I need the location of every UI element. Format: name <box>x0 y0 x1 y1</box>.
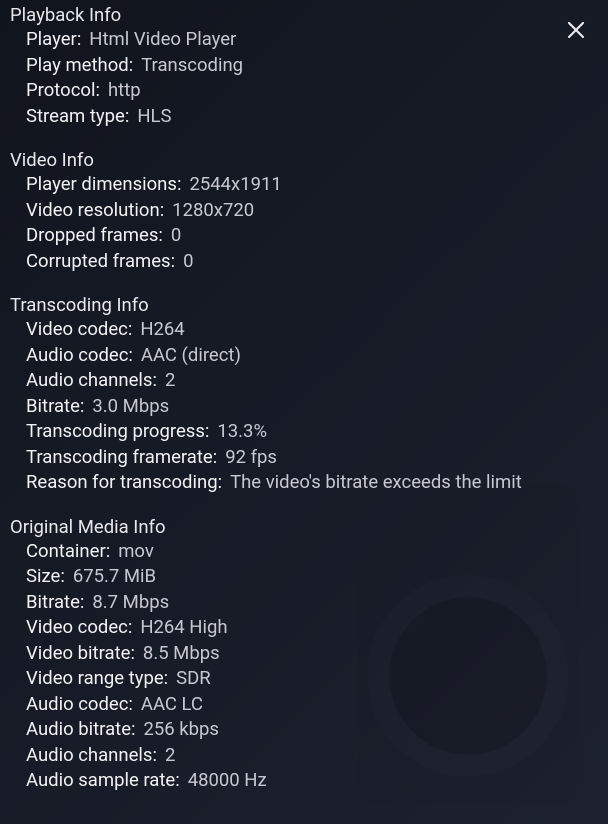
value: 2 <box>165 368 175 394</box>
label: Audio channels <box>26 368 157 394</box>
row-transcoding-progress: Transcoding progress 13.3% <box>10 419 598 445</box>
row-video-bitrate: Video bitrate 8.5 Mbps <box>10 641 598 667</box>
row-player: Player Html Video Player <box>10 27 598 53</box>
label: Player dimensions <box>26 172 181 198</box>
row-transcoding-framerate: Transcoding framerate 92 fps <box>10 445 598 471</box>
label: Video codec <box>26 317 132 343</box>
label: Audio channels <box>26 743 157 769</box>
row-video-codec: Video codec H264 High <box>10 615 598 641</box>
label: Play method <box>26 53 133 79</box>
value: 0 <box>183 249 193 275</box>
section-playback-info: Playback Info Player Html Video Player Pl… <box>10 4 598 129</box>
row-video-range-type: Video range type SDR <box>10 666 598 692</box>
label: Stream type <box>26 104 129 130</box>
label: Audio bitrate <box>26 717 136 743</box>
value: AAC (direct) <box>141 343 241 369</box>
label: Audio codec <box>26 343 133 369</box>
label: Transcoding framerate <box>26 445 217 471</box>
label: Size <box>26 564 65 590</box>
value: 675.7 MiB <box>73 564 156 590</box>
value: 8.7 Mbps <box>92 590 169 616</box>
value: 2 <box>165 743 175 769</box>
value: Transcoding <box>141 53 243 79</box>
row-corrupted-frames: Corrupted frames 0 <box>10 249 598 275</box>
label: Container <box>26 539 110 565</box>
row-stream-type: Stream type HLS <box>10 104 598 130</box>
value: The video's bitrate exceeds the limit <box>230 470 522 496</box>
row-video-resolution: Video resolution 1280x720 <box>10 198 598 224</box>
value: AAC LC <box>141 692 203 718</box>
value: HLS <box>137 104 171 130</box>
section-title: Playback Info <box>10 4 598 26</box>
label: Transcoding progress <box>26 419 209 445</box>
value: 256 kbps <box>144 717 219 743</box>
label: Audio codec <box>26 692 133 718</box>
label: Bitrate <box>26 394 84 420</box>
label: Bitrate <box>26 590 84 616</box>
row-audio-codec: Audio codec AAC LC <box>10 692 598 718</box>
value: 13.3% <box>217 419 267 445</box>
value: 0 <box>171 223 181 249</box>
value: 8.5 Mbps <box>143 641 220 667</box>
value: 1280x720 <box>172 198 254 224</box>
row-audio-channels: Audio channels 2 <box>10 743 598 769</box>
row-play-method: Play method Transcoding <box>10 53 598 79</box>
value: 2544x1911 <box>189 172 281 198</box>
row-size: Size 675.7 MiB <box>10 564 598 590</box>
label: Dropped frames <box>26 223 163 249</box>
label: Video range type <box>26 666 168 692</box>
value: 48000 Hz <box>188 768 267 794</box>
value: 3.0 Mbps <box>92 394 169 420</box>
label: Protocol <box>26 78 100 104</box>
row-video-codec: Video codec H264 <box>10 317 598 343</box>
value: mov <box>118 539 154 565</box>
close-button[interactable] <box>562 18 590 46</box>
value: H264 <box>140 317 184 343</box>
label: Reason for transcoding <box>26 470 222 496</box>
row-audio-sample-rate: Audio sample rate 48000 Hz <box>10 768 598 794</box>
section-title: Original Media Info <box>10 516 598 538</box>
row-protocol: Protocol http <box>10 78 598 104</box>
section-transcoding-info: Transcoding Info Video codec H264 Audio c… <box>10 294 598 496</box>
row-audio-bitrate: Audio bitrate 256 kbps <box>10 717 598 743</box>
section-title: Video Info <box>10 149 598 171</box>
section-video-info: Video Info Player dimensions 2544x1911 Vi… <box>10 149 598 274</box>
row-bitrate: Bitrate 3.0 Mbps <box>10 394 598 420</box>
row-reason: Reason for transcoding The video's bitrat… <box>10 470 598 496</box>
label: Corrupted frames <box>26 249 175 275</box>
label: Video codec <box>26 615 132 641</box>
label: Player <box>26 27 81 53</box>
close-icon <box>564 18 588 46</box>
row-player-dimensions: Player dimensions 2544x1911 <box>10 172 598 198</box>
section-original-media-info: Original Media Info Container mov Size 675… <box>10 516 598 794</box>
playback-info-overlay: Playback Info Player Html Video Player Pl… <box>0 0 608 824</box>
value: 92 fps <box>225 445 277 471</box>
section-title: Transcoding Info <box>10 294 598 316</box>
row-audio-codec: Audio codec AAC (direct) <box>10 343 598 369</box>
value: http <box>108 78 141 104</box>
row-audio-channels: Audio channels 2 <box>10 368 598 394</box>
row-dropped-frames: Dropped frames 0 <box>10 223 598 249</box>
label: Video resolution <box>26 198 164 224</box>
row-bitrate: Bitrate 8.7 Mbps <box>10 590 598 616</box>
label: Audio sample rate <box>26 768 180 794</box>
label: Video bitrate <box>26 641 135 667</box>
value: SDR <box>176 666 211 692</box>
row-container: Container mov <box>10 539 598 565</box>
value: Html Video Player <box>89 27 236 53</box>
value: H264 High <box>140 615 227 641</box>
